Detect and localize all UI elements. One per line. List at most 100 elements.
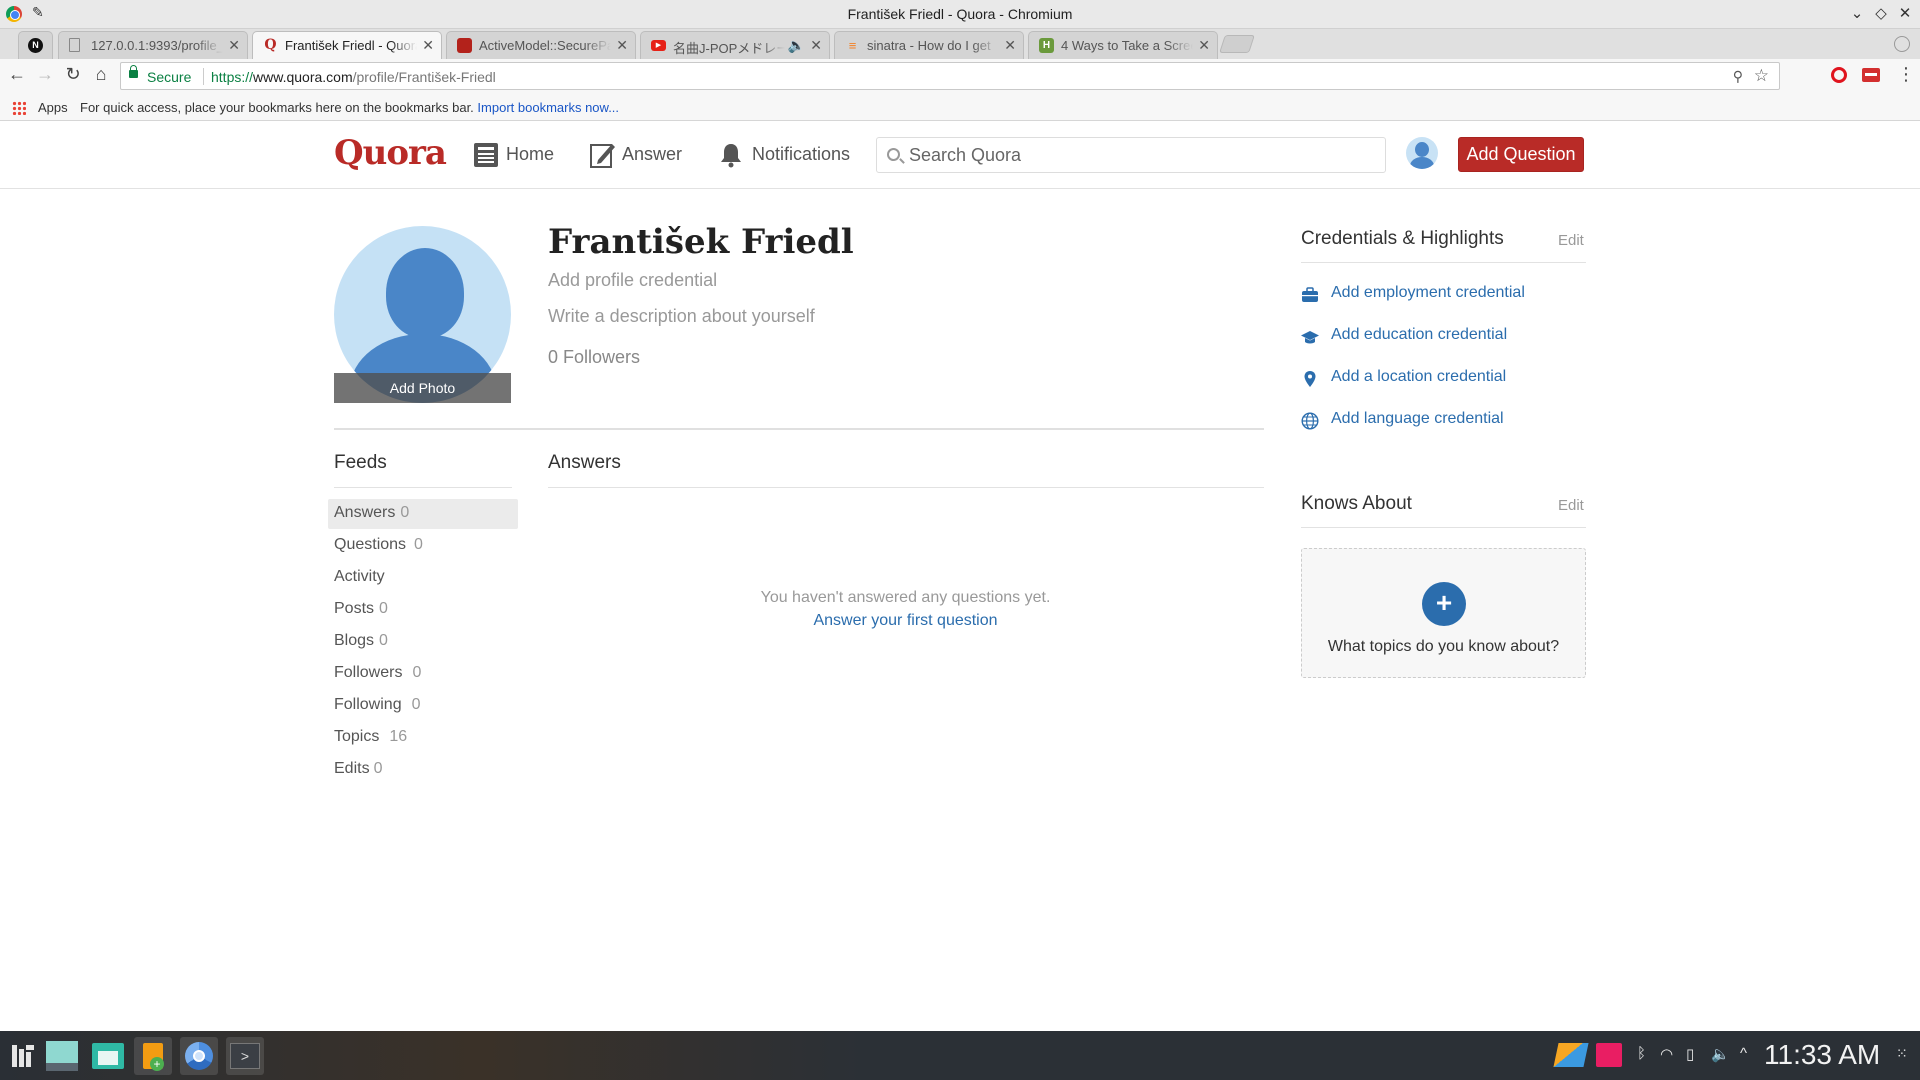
desktop-pager-icon[interactable] (44, 1037, 82, 1075)
red-extension-icon[interactable] (1862, 68, 1880, 82)
add-location-credential[interactable]: Add a location credential (1301, 368, 1561, 390)
tab-youtube-jpop[interactable]: ▶ 名曲J-POPメドレー 🔈 ✕ (640, 31, 830, 59)
taskbar-clock[interactable]: 11:33 AM (1764, 1039, 1880, 1071)
nav-notifications[interactable]: Notifications (718, 142, 858, 172)
tab-stackoverflow-sinatra[interactable]: ≡ sinatra - How do I get ✕ (834, 31, 1024, 59)
credentials-divider (1301, 262, 1586, 263)
maximize-icon[interactable]: ◇ (1871, 4, 1891, 22)
feed-item-count: 0 (379, 600, 388, 617)
tab-quora-profile[interactable]: Q František Friedl - Quora ✕ (252, 31, 442, 59)
tab-close-icon[interactable]: ✕ (810, 37, 822, 54)
tab-close-icon[interactable]: ✕ (228, 37, 240, 54)
add-profile-credential[interactable]: Add profile credential (548, 270, 717, 291)
browser-menu-icon[interactable]: ⋮ (1897, 64, 1915, 85)
document-icon (69, 38, 80, 52)
home-feed-icon (474, 143, 498, 167)
volume-icon[interactable]: 🔈 (1711, 1045, 1730, 1063)
minimize-icon[interactable]: ⌄ (1847, 4, 1867, 22)
rails-icon (457, 38, 472, 53)
show-desktop-icon[interactable]: ⁙ (1896, 1045, 1908, 1062)
knows-about-title: Knows About (1301, 493, 1412, 514)
bookmarks-hint: For quick access, place your bookmarks h… (80, 100, 619, 115)
tab-pinned[interactable]: N (18, 31, 53, 59)
followers-count[interactable]: 0 Followers (548, 347, 640, 368)
user-avatar[interactable] (1406, 137, 1438, 169)
add-language-credential[interactable]: Add language credential (1301, 410, 1561, 432)
feed-item-activity[interactable]: Activity (328, 563, 518, 593)
nav-home[interactable]: Home (473, 142, 558, 172)
forward-arrow-icon[interactable]: → (34, 64, 56, 85)
quora-logo[interactable]: Quora (334, 133, 447, 173)
knows-about-edit-link[interactable]: Edit (1558, 497, 1584, 514)
add-employment-credential[interactable]: Add employment credential (1301, 284, 1561, 306)
tab-close-icon[interactable]: ✕ (616, 37, 628, 54)
window-title: František Friedl - Quora - Chromium (847, 6, 1073, 22)
opera-extension-icon[interactable] (1831, 67, 1847, 83)
chromium-taskbar-icon[interactable] (180, 1037, 218, 1075)
store-tray-icon[interactable] (1596, 1043, 1622, 1067)
add-topic-plus-icon[interactable]: + (1422, 582, 1466, 626)
feed-item-followers[interactable]: Followers 0 (328, 659, 518, 689)
tab-close-icon[interactable]: ✕ (422, 37, 434, 54)
feed-item-posts[interactable]: Posts 0 (328, 595, 518, 625)
colorpicker-tray-icon[interactable] (1553, 1043, 1589, 1067)
search-input[interactable] (909, 142, 1369, 168)
feed-item-count: 0 (400, 504, 410, 521)
search-box[interactable] (876, 137, 1386, 173)
address-bar[interactable]: Secure https://www.quora.com/profile/Fra… (120, 62, 1780, 90)
tab-close-icon[interactable]: ✕ (1004, 37, 1016, 54)
tab-activemodel[interactable]: ActiveModel::SecurePa ✕ (446, 31, 636, 59)
feed-item-following[interactable]: Following 0 (328, 691, 518, 721)
profile-description-prompt[interactable]: Write a description about yourself (548, 306, 815, 327)
reload-icon[interactable]: ↻ (62, 64, 84, 85)
add-question-button[interactable]: Add Question (1458, 137, 1584, 172)
feed-item-count: 0 (411, 696, 421, 713)
url-host: www.quora.com (253, 69, 353, 85)
battery-icon[interactable]: ▯ (1686, 1045, 1694, 1063)
knows-about-box[interactable]: + What topics do you know about? (1301, 548, 1586, 678)
lock-icon[interactable] (129, 65, 138, 78)
bookmark-star-icon[interactable]: ☆ (1754, 66, 1769, 86)
url-text[interactable]: https://www.quora.com/profile/František-… (211, 69, 496, 85)
feed-item-edits[interactable]: Edits 0 (328, 755, 518, 785)
tab-wikihow-screenshot[interactable]: H 4 Ways to Take a Scree ✕ (1028, 31, 1218, 59)
credentials-edit-link[interactable]: Edit (1558, 232, 1584, 249)
tab-close-icon[interactable]: ✕ (1198, 37, 1210, 54)
answers-title: Answers (548, 452, 621, 473)
feed-item-answers[interactable]: Answers 0 (328, 499, 518, 529)
feed-item-questions[interactable]: Questions 0 (328, 531, 518, 561)
speaker-icon[interactable]: 🔈 (788, 37, 805, 54)
url-path: /profile/František-Friedl (352, 69, 496, 85)
tab-localhost-profile[interactable]: 127.0.0.1:9393/profile_ ✕ (58, 31, 248, 59)
zoom-icon[interactable]: ⚲ (1733, 68, 1743, 85)
feed-item-label: Topics (334, 728, 380, 745)
app-launcher-icon[interactable] (12, 1045, 34, 1067)
answer-first-question-link[interactable]: Answer your first question (548, 612, 1263, 630)
add-photo-button[interactable]: Add Photo (334, 373, 511, 403)
nav-answer[interactable]: Answer (590, 142, 685, 172)
feed-item-label: Blogs (334, 632, 375, 649)
answers-empty-message: You haven't answered any questions yet. (760, 589, 1051, 606)
secure-label[interactable]: Secure (147, 69, 191, 85)
wifi-icon[interactable]: ◠ (1660, 1045, 1673, 1063)
terminal-icon[interactable]: > (226, 1037, 264, 1075)
tab-label: 名曲J-POPメドレー (673, 41, 785, 56)
back-arrow-icon[interactable]: ← (6, 64, 28, 85)
new-tab-button[interactable] (1219, 35, 1255, 53)
apps-shortcut[interactable]: Apps (38, 100, 68, 115)
close-window-icon[interactable]: ✕ (1895, 4, 1915, 22)
import-bookmarks-link[interactable]: Import bookmarks now... (477, 100, 619, 115)
feed-item-count: 0 (414, 536, 423, 553)
bluetooth-icon[interactable]: ᛒ (1637, 1045, 1646, 1062)
browser-profile-icon[interactable] (1894, 36, 1910, 52)
feed-item-topics[interactable]: Topics 16 (328, 723, 518, 753)
knows-about-prompt[interactable]: What topics do you know about? (1302, 638, 1585, 656)
file-manager-icon[interactable] (90, 1037, 128, 1075)
home-icon[interactable]: ⌂ (90, 64, 112, 85)
globe-icon (1301, 412, 1319, 430)
tray-expand-icon[interactable]: ^ (1740, 1045, 1747, 1062)
add-education-credential[interactable]: Add education credential (1301, 326, 1561, 348)
app-manager-icon[interactable]: + (134, 1037, 172, 1075)
apps-grid-icon[interactable] (12, 101, 26, 115)
feed-item-blogs[interactable]: Blogs 0 (328, 627, 518, 657)
